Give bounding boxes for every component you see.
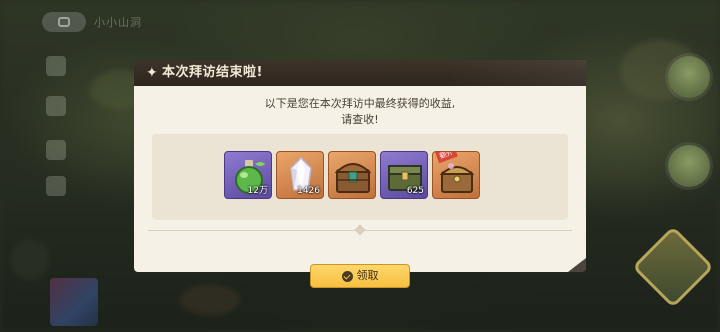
- location-label: 小小山洞: [94, 16, 142, 29]
- reward-item-white-crystal[interactable]: 1426: [276, 151, 324, 199]
- reward-list: 12万 1426 625 额外: [224, 151, 480, 201]
- back-button[interactable]: [42, 12, 86, 32]
- reward-item-green-chest[interactable]: 625: [380, 151, 428, 199]
- wooden-chest-icon: [334, 163, 372, 193]
- reward-item-green-potion[interactable]: 12万: [224, 151, 272, 199]
- reward-item-wooden-chest[interactable]: [328, 151, 376, 199]
- side-menu-icon[interactable]: [46, 56, 66, 76]
- claim-button-label: 领取: [356, 269, 379, 282]
- dialog-header: ✦ 本次拜访结束啦!: [134, 60, 586, 86]
- visit-result-dialog: ✦ 本次拜访结束啦! 以下是您在本次拜访中最终获得的收益, 请查收! 12万 1…: [134, 60, 586, 288]
- right-action-button[interactable]: [668, 56, 710, 98]
- reward-item-golden-chest[interactable]: 额外: [432, 151, 480, 199]
- dialog-body: 以下是您在本次拜访中最终获得的收益, 请查收! 12万 1426 625 额外 …: [134, 86, 586, 288]
- reward-panel: 12万 1426 625 额外: [152, 134, 568, 220]
- back-icon: [58, 17, 70, 27]
- right-action-button[interactable]: [668, 145, 710, 187]
- reward-quantity: 625: [406, 186, 424, 196]
- divider-ornament-icon: [354, 224, 366, 236]
- side-menu-icon[interactable]: [46, 140, 66, 160]
- dialog-title: 本次拜访结束啦!: [162, 65, 263, 80]
- claim-button[interactable]: 领取: [310, 264, 410, 288]
- corner-decoration: [568, 258, 586, 272]
- sparkle-icon: ✦: [146, 65, 158, 81]
- side-menu-icon[interactable]: [46, 96, 66, 116]
- result-message: 以下是您在本次拜访中最终获得的收益, 请查收!: [134, 96, 586, 128]
- confirm-icon: [341, 270, 353, 282]
- reward-quantity: 12万: [247, 186, 268, 196]
- result-message-line: 以下是您在本次拜访中最终获得的收益,: [264, 97, 456, 110]
- side-menu-icon[interactable]: [46, 176, 66, 196]
- reward-quantity: 1426: [297, 186, 320, 196]
- result-message-line: 请查收!: [341, 113, 379, 126]
- character-portrait[interactable]: [50, 278, 98, 326]
